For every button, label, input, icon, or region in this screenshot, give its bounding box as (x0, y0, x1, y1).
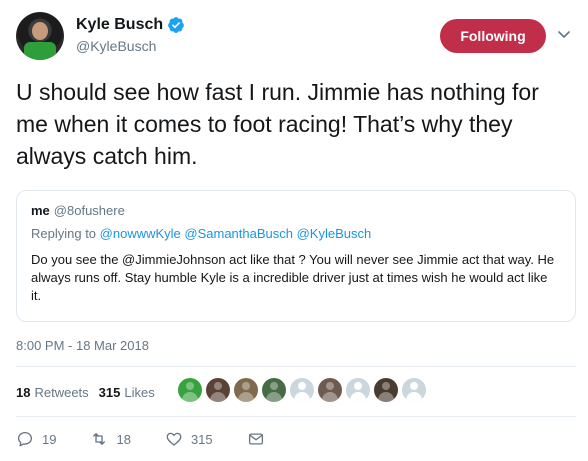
liker-avatar[interactable] (318, 378, 342, 402)
liker-avatar[interactable] (262, 378, 286, 402)
retweets-label: Retweets (34, 384, 89, 400)
verified-badge-icon (168, 17, 185, 33)
retweets-count: 18 (16, 384, 31, 400)
liker-avatar[interactable] (402, 378, 426, 402)
retweet-count: 18 (116, 431, 131, 447)
retweet-icon (93, 433, 106, 445)
quoted-tweet-body: Do you see the @JimmieJohnson act like t… (31, 252, 555, 303)
author-name[interactable]: Kyle Busch (76, 16, 163, 34)
retweet-action[interactable]: 18 (90, 430, 131, 448)
author-name-row[interactable]: Kyle Busch (76, 16, 185, 34)
likes-label: Likes (124, 384, 155, 400)
liker-avatar[interactable] (374, 378, 398, 402)
quoted-author-row: me @8ofushere (31, 203, 561, 218)
liker-avatars (178, 378, 426, 402)
author-avatar[interactable] (16, 12, 64, 60)
tweet-timestamp[interactable]: 8:00 PM - 18 Mar 2018 (16, 338, 149, 353)
tweet-actions: 19 18 315 (16, 426, 299, 452)
tweet-stats: 18 Retweets 315 Likes (16, 376, 165, 408)
replying-prefix: Replying to (31, 226, 97, 241)
quoted-author-name: me (31, 203, 50, 218)
replying-to-handles[interactable]: @nowwwKyle @SamanthaBusch @KyleBusch (100, 226, 372, 241)
tweet-header: Kyle Busch @KyleBusch Following (16, 12, 576, 60)
like-count: 315 (190, 431, 213, 447)
tweet-text: U should see how fast I run. Jimmie has … (16, 79, 539, 169)
likes-stat[interactable]: 315 Likes (99, 385, 155, 400)
reply-action[interactable]: 19 (16, 430, 56, 448)
chevron-down-icon[interactable] (556, 26, 572, 42)
envelope-icon (248, 433, 263, 445)
liker-avatar[interactable] (346, 378, 370, 402)
following-button[interactable]: Following (440, 19, 546, 53)
quoted-author-handle: @8ofushere (53, 203, 125, 218)
reply-count: 19 (42, 431, 57, 447)
reply-icon (17, 431, 33, 447)
like-action[interactable]: 315 (165, 430, 213, 448)
quoted-replying-to: Replying to @nowwwKyle @SamanthaBusch @K… (31, 226, 561, 241)
liker-avatar[interactable] (234, 378, 258, 402)
author-handle[interactable]: @KyleBusch (76, 38, 156, 54)
liker-avatar[interactable] (290, 378, 314, 402)
divider (16, 366, 576, 367)
heart-icon (166, 432, 182, 446)
divider (16, 416, 576, 417)
direct-message-action[interactable] (247, 430, 265, 448)
likes-count: 315 (98, 384, 121, 400)
retweets-stat[interactable]: 18 Retweets (16, 385, 89, 400)
liker-avatar[interactable] (178, 378, 202, 402)
quoted-tweet[interactable]: me @8ofushere Replying to @nowwwKyle @Sam… (16, 190, 576, 322)
liker-avatar[interactable] (206, 378, 230, 402)
